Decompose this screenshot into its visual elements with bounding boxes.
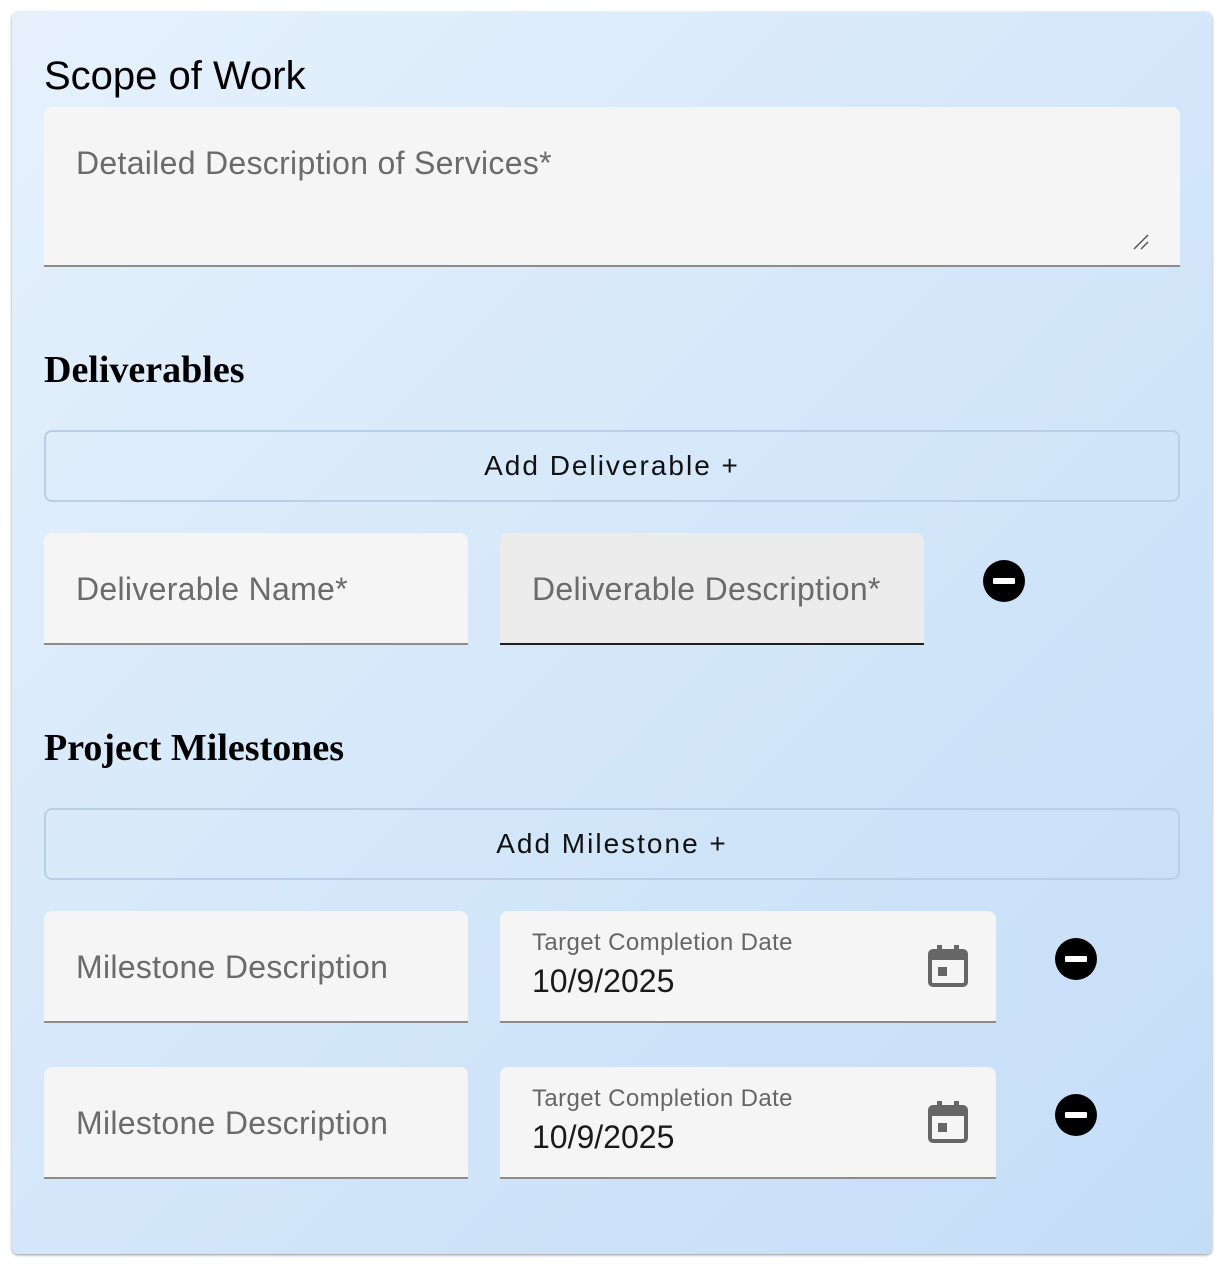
remove-deliverable-button[interactable]: [983, 560, 1025, 602]
target-completion-date-value: 10/9/2025: [532, 963, 675, 999]
calendar-icon[interactable]: [928, 1101, 968, 1143]
deliverable-name-field[interactable]: Deliverable Name*: [44, 533, 468, 645]
add-deliverable-button[interactable]: Add Deliverable +: [44, 430, 1180, 502]
remove-milestone-button[interactable]: [1055, 1094, 1097, 1136]
minus-circle-icon: [1065, 1112, 1087, 1118]
target-completion-date-label: Target Completion Date: [532, 1085, 793, 1112]
milestone-description-placeholder: Milestone Description: [76, 949, 389, 985]
deliverable-name-placeholder: Deliverable Name*: [76, 571, 348, 607]
milestone-description-field[interactable]: Milestone Description: [44, 911, 468, 1023]
calendar-icon[interactable]: [928, 945, 968, 987]
minus-circle-icon: [993, 578, 1015, 584]
deliverable-description-field[interactable]: Deliverable Description*: [500, 533, 924, 645]
remove-milestone-button[interactable]: [1055, 938, 1097, 980]
resize-handle-icon[interactable]: [1132, 233, 1150, 251]
target-completion-date-field[interactable]: Target Completion Date 10/9/2025: [500, 1067, 996, 1179]
services-description-placeholder: Detailed Description of Services*: [76, 145, 552, 181]
milestone-description-field[interactable]: Milestone Description: [44, 1067, 468, 1179]
milestone-description-placeholder: Milestone Description: [76, 1105, 389, 1141]
scope-of-work-card: Scope of Work Detailed Description of Se…: [12, 12, 1212, 1254]
services-description-textarea[interactable]: Detailed Description of Services*: [44, 107, 1180, 267]
add-milestone-button[interactable]: Add Milestone +: [44, 808, 1180, 880]
minus-circle-icon: [1065, 956, 1087, 962]
target-completion-date-label: Target Completion Date: [532, 929, 793, 956]
deliverable-description-placeholder: Deliverable Description*: [532, 571, 881, 607]
project-milestones-title: Project Milestones: [44, 727, 345, 769]
target-completion-date-field[interactable]: Target Completion Date 10/9/2025: [500, 911, 996, 1023]
target-completion-date-value: 10/9/2025: [532, 1119, 675, 1155]
deliverables-title: Deliverables: [44, 349, 245, 391]
scope-of-work-title: Scope of Work: [44, 54, 306, 98]
